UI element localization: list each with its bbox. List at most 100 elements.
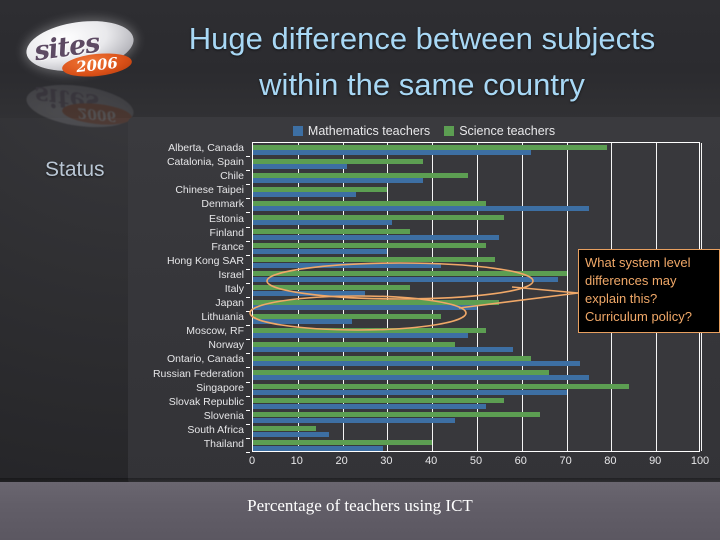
sites-logo: sites 2006	[22, 14, 142, 82]
category-tick	[246, 452, 250, 453]
category-label: Chile	[220, 170, 244, 183]
bar-science	[253, 229, 410, 235]
category-tick	[246, 311, 250, 312]
chart-category-axis: Alberta, Canada Catalonia, Spain Chile Chin…	[128, 142, 250, 453]
bar-mathematics	[253, 220, 392, 226]
x-tick-label: 0	[248, 455, 256, 467]
category-label: Italy	[224, 282, 244, 295]
bar-mathematics	[253, 403, 486, 409]
bar-science	[253, 144, 607, 150]
bar-mathematics	[253, 389, 567, 395]
legend-label: Mathematics teachers	[307, 124, 431, 138]
slide-title-line2: within the same country	[259, 67, 585, 102]
chart-legend: Mathematics teachers Science teachers	[128, 121, 720, 141]
category-tick	[246, 212, 250, 213]
slide-title: Huge difference between subjects within …	[132, 16, 712, 108]
chart-value-axis: 0 10 20 30 40 50 60 70 80 90 100	[248, 453, 709, 473]
legend-item-mathematics: Mathematics teachers	[292, 124, 431, 138]
category-tick	[246, 170, 250, 171]
bar-mathematics	[253, 417, 455, 423]
bar-mathematics	[253, 333, 469, 339]
category-tick	[246, 227, 250, 228]
category-label: Estonia	[208, 212, 244, 225]
bar-science	[253, 412, 540, 418]
bar-mathematics	[253, 150, 531, 155]
category-label: Japan	[215, 297, 244, 310]
category-tick	[246, 297, 250, 298]
status-label: Status	[45, 158, 105, 181]
bar-science	[253, 440, 433, 446]
slide: sites 2006 sites 2006 Huge difference be…	[0, 0, 720, 540]
x-tick-label: 70	[559, 455, 572, 467]
callout-line-4: Curriculum policy?	[585, 309, 692, 324]
category-label: Israel	[218, 268, 244, 281]
category-label: Norway	[208, 339, 244, 352]
category-label: Slovak Republic	[168, 395, 244, 408]
x-tick-label: 20	[335, 455, 348, 467]
category-label: France	[211, 240, 244, 253]
callout-line-3: explain this?	[585, 291, 658, 306]
legend-swatch-icon	[292, 126, 303, 136]
bar-science	[253, 172, 469, 178]
gridline	[566, 143, 568, 451]
bar-science	[253, 158, 424, 164]
category-tick	[246, 396, 250, 397]
category-tick	[246, 339, 250, 340]
callout-line-1: What system level	[585, 255, 691, 270]
gridline	[521, 143, 523, 451]
category-tick	[246, 241, 250, 242]
category-label: Lithuania	[201, 311, 244, 324]
bar-mathematics	[253, 290, 365, 296]
category-label: Ontario, Canada	[166, 353, 244, 366]
category-label: South Africa	[187, 423, 244, 436]
bar-mathematics	[253, 164, 348, 170]
bar-mathematics	[253, 206, 589, 212]
category-tick	[246, 410, 250, 411]
category-tick	[246, 325, 250, 326]
x-tick-label: 90	[649, 455, 662, 467]
category-label: Denmark	[201, 198, 244, 211]
bar-mathematics	[253, 192, 357, 198]
x-tick-label: 50	[469, 455, 483, 467]
bar-mathematics	[253, 361, 581, 367]
bar-mathematics	[253, 319, 352, 325]
category-label: Chinese Taipei	[175, 184, 244, 197]
category-tick	[246, 438, 250, 439]
bar-mathematics	[253, 375, 589, 381]
bar-mathematics	[253, 305, 477, 310]
bar-science	[253, 271, 567, 277]
bar-science	[253, 214, 504, 220]
category-tick	[246, 367, 250, 368]
x-tick-label: 30	[380, 455, 393, 467]
category-tick	[246, 255, 250, 256]
category-label: Catalonia, Spain	[166, 156, 244, 169]
category-tick	[246, 198, 250, 199]
bar-science	[253, 257, 495, 263]
bar-mathematics	[253, 276, 558, 282]
bar-science	[253, 313, 442, 319]
bar-mathematics	[253, 234, 500, 240]
category-tick	[246, 269, 250, 270]
chart-caption: Percentage of teachers using ICT	[247, 496, 473, 515]
category-tick	[246, 156, 250, 157]
bar-science	[253, 243, 486, 249]
bar-science	[253, 398, 504, 404]
bar-mathematics	[253, 262, 442, 268]
bar-mathematics	[253, 431, 330, 437]
category-label: Russian Federation	[152, 367, 244, 380]
bar-science	[253, 369, 549, 375]
legend-swatch-icon	[444, 126, 455, 136]
category-label: Slovenia	[203, 409, 244, 422]
category-label: Alberta, Canada	[168, 142, 244, 155]
x-tick-label: 40	[425, 455, 438, 467]
bar-mathematics	[253, 445, 383, 451]
bar-science	[253, 186, 388, 192]
x-tick-label: 80	[604, 455, 617, 467]
x-tick-label: 10	[290, 455, 303, 467]
x-tick-label: 100	[690, 455, 710, 467]
category-label: Singapore	[196, 381, 244, 394]
category-label: Moscow, RF	[186, 325, 244, 338]
category-label: Hong Kong SAR	[166, 254, 244, 267]
category-label: Thailand	[203, 437, 244, 450]
bar-science	[253, 426, 316, 432]
